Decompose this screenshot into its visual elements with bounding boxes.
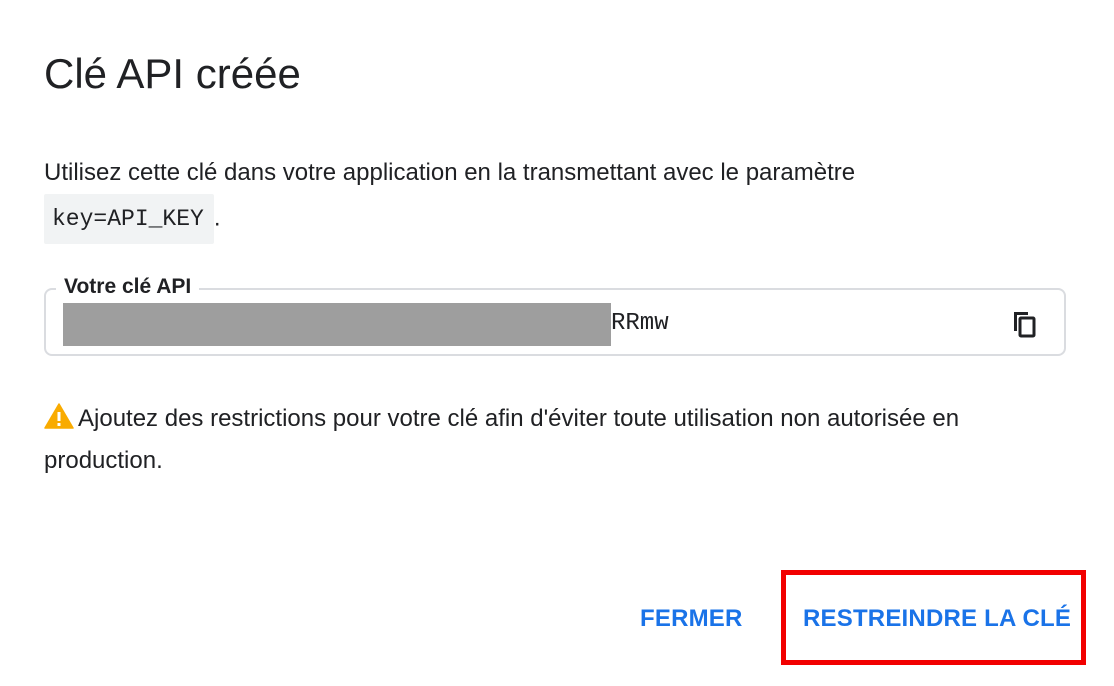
description-text: Utilisez cette clé dans votre applicatio… — [44, 159, 856, 186]
description: Utilisez cette clé dans votre applicatio… — [44, 152, 1074, 244]
api-key-label: Votre clé API — [56, 272, 200, 302]
warning-message: Ajoutez des restrictions pour votre clé … — [44, 398, 1074, 482]
close-button[interactable]: FERMER — [640, 603, 743, 635]
restrict-key-button[interactable]: RESTREINDRE LA CLÉ — [803, 603, 1071, 635]
param-suffix: . — [213, 204, 221, 232]
param-code: key=API_KEY — [44, 194, 214, 244]
warning-text: Ajoutez des restrictions pour votre clé … — [44, 405, 960, 474]
api-key-redaction — [63, 303, 611, 346]
api-key-value[interactable]: RRmw — [611, 305, 669, 343]
copy-button[interactable] — [1004, 304, 1044, 344]
warning-icon — [44, 403, 74, 429]
dialog-title: Clé API créée — [44, 50, 301, 97]
copy-icon — [1014, 312, 1036, 338]
api-key-field[interactable]: Votre clé API RRmw — [44, 272, 1066, 356]
